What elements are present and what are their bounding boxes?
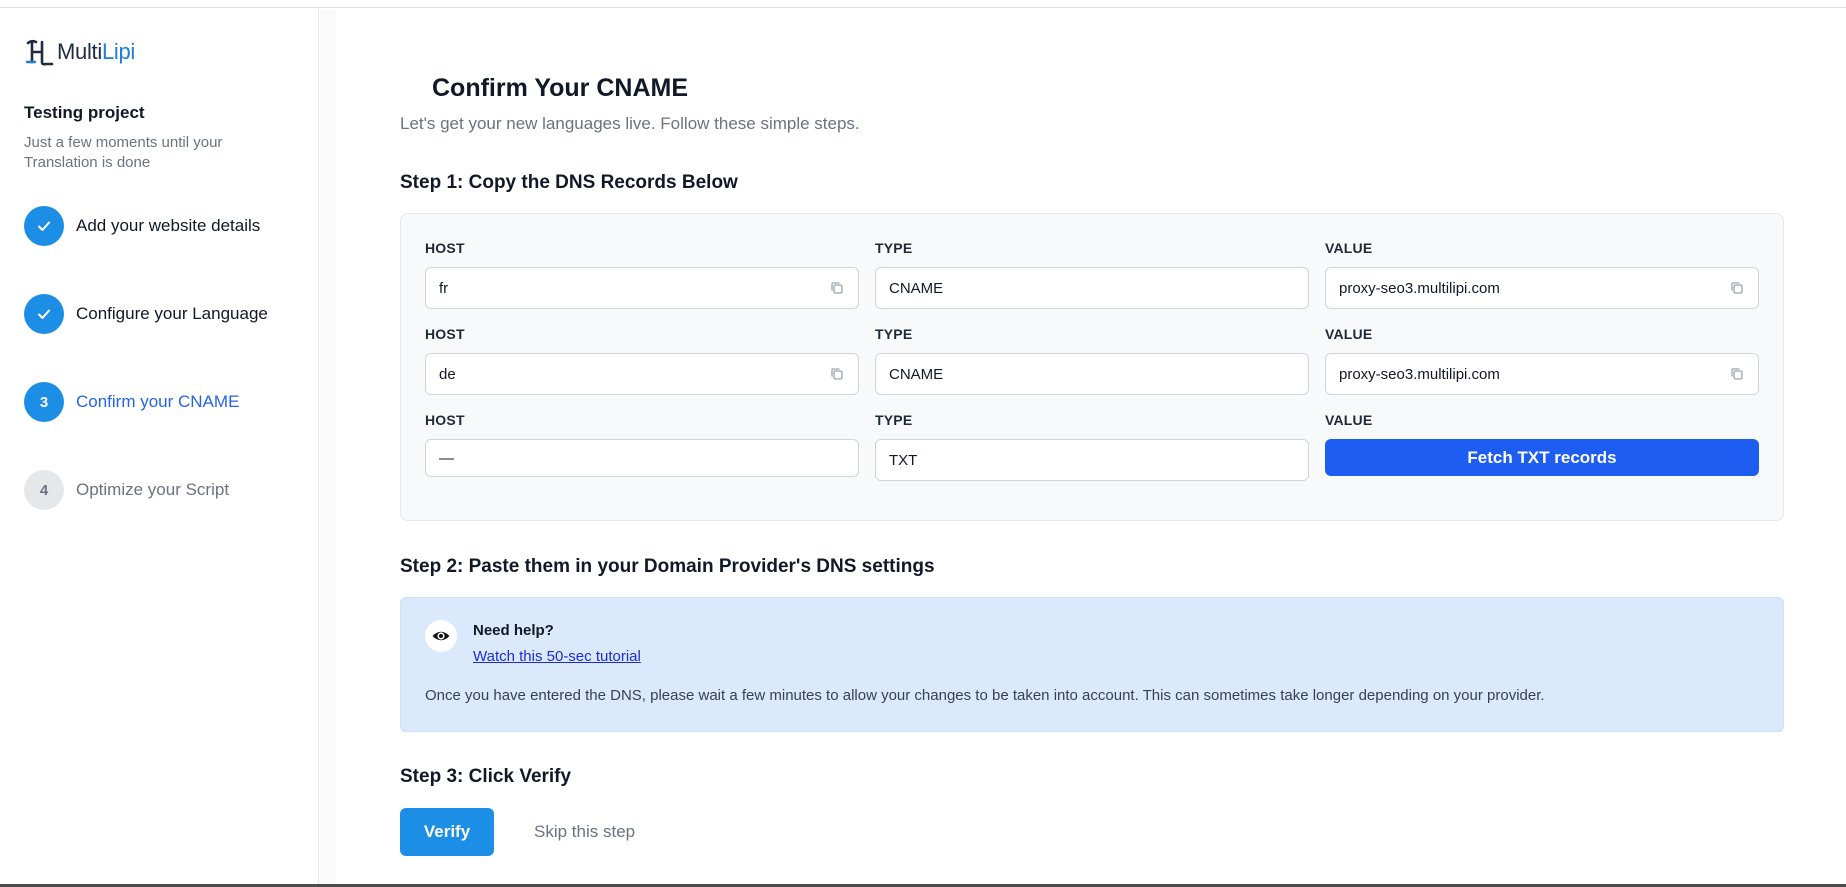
project-subtitle: Just a few moments until your Translatio… [24,134,223,171]
host-value: — [439,449,454,467]
type-label: TYPE [875,412,913,428]
page-subtitle: Let's get your new languages live. Follo… [400,114,860,133]
check-icon [38,221,50,231]
value-value: proxy-seo3.multilipi.com [1339,365,1500,383]
tutorial-link[interactable]: Watch this 50-sec tutorial [473,648,641,665]
type-field-de[interactable]: CNAME [875,353,1309,395]
copy-icon[interactable] [1729,366,1745,382]
step2-heading: Step 2: Paste them in your Domain Provid… [400,556,935,577]
logo-text-multi: Multi [57,39,102,64]
copy-icon[interactable] [1729,280,1745,296]
step-4-circle: 4 [24,470,64,510]
help-icon-wrap [425,620,457,652]
sidebar-gutter [320,9,336,884]
project-title: Testing project [24,103,145,122]
step1-heading: Step 1: Copy the DNS Records Below [400,172,738,193]
window-top-border [0,0,1846,8]
value-label: VALUE [1325,240,1373,256]
logo: MultiLipi [24,37,135,67]
stepper-item-confirm-cname[interactable]: 3 Confirm your CNAME [24,381,239,423]
copy-icon[interactable] [829,366,845,382]
type-label: TYPE [875,326,913,342]
host-field-txt[interactable]: — [425,439,859,477]
step-1-circle [24,206,64,246]
stepper-item-configure-language[interactable]: Configure your Language [24,293,268,335]
host-field-de[interactable]: de [425,353,859,395]
type-value: TXT [889,451,918,469]
value-field-de[interactable]: proxy-seo3.multilipi.com [1325,353,1759,395]
host-label: HOST [425,240,465,256]
skip-step-link[interactable]: Skip this step [534,822,635,842]
fetch-txt-records-button[interactable]: Fetch TXT records [1325,439,1759,476]
logo-text-lipi: Lipi [101,39,135,64]
step-2-label: Configure your Language [76,304,268,323]
stepper-item-optimize-script[interactable]: 4 Optimize your Script [24,469,229,511]
logo-text: MultiLipi [57,39,135,65]
type-label: TYPE [875,240,913,256]
dns-records-panel: HOST TYPE VALUE fr CNAME proxy-seo3.mult… [400,213,1784,521]
help-panel: Need help? Watch this 50-sec tutorial On… [400,597,1784,732]
verify-button[interactable]: Verify [400,808,494,856]
step3-heading: Step 3: Click Verify [400,766,572,787]
type-field-fr[interactable]: CNAME [875,267,1309,309]
multilipi-logo-icon [25,39,54,66]
host-value: fr [439,279,449,297]
copy-icon[interactable] [829,280,845,296]
type-value: CNAME [889,365,944,383]
check-icon [38,309,50,319]
host-value: de [439,365,456,383]
value-label: VALUE [1325,412,1373,428]
page-title: Confirm Your CNAME [432,74,689,102]
host-field-fr[interactable]: fr [425,267,859,309]
step-3-circle: 3 [24,382,64,422]
step-1-label: Add your website details [76,216,261,235]
help-note: Once you have entered the DNS, please wa… [425,687,1545,704]
type-field-txt[interactable]: TXT [875,439,1309,481]
step-4-label: Optimize your Script [76,480,230,499]
help-title: Need help? [473,622,554,639]
value-label: VALUE [1325,326,1373,342]
host-label: HOST [425,326,465,342]
stepper-item-add-website[interactable]: Add your website details [24,205,260,247]
eye-icon [432,631,450,641]
step-2-circle [24,294,64,334]
host-label: HOST [425,412,465,428]
step-3-label: Confirm your CNAME [76,392,240,411]
sidebar: MultiLipi Testing project Just a few mom… [0,9,319,884]
value-field-fr[interactable]: proxy-seo3.multilipi.com [1325,267,1759,309]
value-value: proxy-seo3.multilipi.com [1339,279,1500,297]
type-value: CNAME [889,279,944,297]
